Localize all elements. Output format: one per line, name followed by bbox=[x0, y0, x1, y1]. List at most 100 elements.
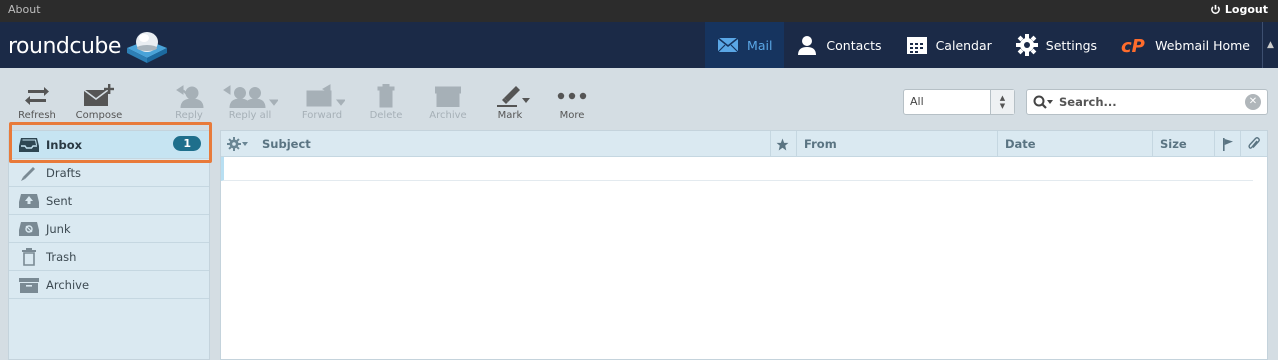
clear-search-icon[interactable]: ✕ bbox=[1245, 94, 1261, 110]
select-arrows-icon: ▲ ▼ bbox=[990, 90, 1014, 114]
search-box[interactable]: Search... ✕ bbox=[1026, 89, 1268, 115]
app-header: roundcube Mail Contacts Calendar Setting… bbox=[0, 22, 1278, 68]
inbox-icon bbox=[19, 135, 39, 155]
column-flag-star[interactable] bbox=[770, 131, 794, 157]
mark-icon bbox=[482, 82, 538, 110]
nav-calendar[interactable]: Calendar bbox=[894, 22, 1004, 68]
column-attachment[interactable] bbox=[1240, 131, 1267, 157]
reply-all-label: Reply all bbox=[228, 110, 272, 121]
nav-webmail-home[interactable]: cP Webmail Home bbox=[1109, 22, 1262, 68]
archive-button[interactable]: Archive bbox=[420, 82, 476, 121]
nav-contacts[interactable]: Contacts bbox=[784, 22, 893, 68]
search-input[interactable]: Search... bbox=[1059, 95, 1245, 109]
folder-archive-label: Archive bbox=[46, 277, 90, 292]
cpanel-icon: cP bbox=[1121, 34, 1151, 56]
gear-icon bbox=[227, 137, 248, 151]
envelope-icon bbox=[717, 34, 739, 56]
column-from-label: From bbox=[804, 137, 837, 151]
about-link[interactable]: About bbox=[8, 3, 41, 16]
more-icon bbox=[544, 82, 600, 110]
folder-list: Inbox 1 Drafts Sent Junk Trash Archive bbox=[8, 130, 210, 360]
star-icon bbox=[776, 138, 789, 150]
folder-drafts-label: Drafts bbox=[46, 165, 81, 180]
column-date-label: Date bbox=[1005, 137, 1036, 151]
column-subject[interactable]: Subject bbox=[262, 131, 770, 157]
nav-settings[interactable]: Settings bbox=[1004, 22, 1109, 68]
folder-inbox[interactable]: Inbox 1 bbox=[9, 131, 209, 159]
archive-icon bbox=[19, 275, 39, 295]
toolbar: Refresh Compose Reply Reply all Forward … bbox=[0, 68, 1278, 130]
reply-all-icon bbox=[222, 82, 278, 110]
nav-more-caret[interactable]: ▲ bbox=[1262, 22, 1278, 68]
forward-label: Forward bbox=[301, 110, 343, 121]
cube-logo-icon bbox=[123, 28, 169, 64]
compose-label: Compose bbox=[75, 110, 123, 121]
folder-junk[interactable]: Junk bbox=[9, 215, 209, 243]
logout-label: Logout bbox=[1224, 3, 1268, 16]
person-icon bbox=[796, 34, 818, 56]
refresh-icon bbox=[9, 82, 65, 110]
column-date[interactable]: Date bbox=[997, 131, 1152, 157]
roundcube-logo[interactable]: roundcube bbox=[8, 28, 169, 64]
column-from[interactable]: From bbox=[796, 131, 996, 157]
refresh-button[interactable]: Refresh bbox=[9, 82, 65, 121]
folder-sent-label: Sent bbox=[46, 193, 73, 208]
column-flag[interactable] bbox=[1214, 131, 1240, 157]
message-filter-select[interactable]: All ▲ ▼ bbox=[903, 89, 1015, 115]
gear-icon bbox=[1015, 34, 1038, 56]
more-label: More bbox=[559, 110, 585, 121]
unread-count-badge: 1 bbox=[173, 136, 201, 151]
archive-icon bbox=[420, 82, 476, 110]
pencil-icon bbox=[19, 163, 39, 183]
junk-icon bbox=[19, 219, 39, 239]
calendar-icon bbox=[906, 34, 928, 56]
nav-settings-label: Settings bbox=[1045, 37, 1098, 53]
folder-drafts[interactable]: Drafts bbox=[9, 159, 209, 187]
nav-mail[interactable]: Mail bbox=[705, 22, 785, 68]
mark-button[interactable]: Mark bbox=[482, 82, 538, 121]
mark-label: Mark bbox=[497, 110, 523, 121]
logout-button[interactable]: Logout bbox=[1210, 3, 1268, 16]
message-list-empty-row bbox=[221, 157, 1253, 181]
forward-icon bbox=[294, 82, 350, 110]
power-icon bbox=[1211, 4, 1220, 14]
nav-contacts-label: Contacts bbox=[826, 37, 882, 53]
folder-trash-label: Trash bbox=[46, 249, 77, 264]
flag-icon bbox=[1222, 137, 1233, 151]
reply-label: Reply bbox=[175, 110, 203, 121]
reply-icon bbox=[161, 82, 217, 110]
nav-webmail-home-label: Webmail Home bbox=[1155, 37, 1250, 53]
list-options-button[interactable] bbox=[227, 131, 251, 157]
filter-value: All bbox=[910, 95, 924, 108]
folder-archive[interactable]: Archive bbox=[9, 271, 209, 299]
search-options-icon[interactable] bbox=[1033, 95, 1059, 109]
forward-button[interactable]: Forward bbox=[294, 82, 350, 121]
folder-junk-label: Junk bbox=[46, 221, 71, 236]
reply-all-button[interactable]: Reply all bbox=[222, 82, 278, 121]
nav-calendar-label: Calendar bbox=[935, 37, 992, 53]
nav-mail-label: Mail bbox=[747, 37, 773, 53]
trash-icon bbox=[19, 247, 39, 267]
logo-text: roundcube bbox=[8, 33, 121, 59]
folder-sent[interactable]: Sent bbox=[9, 187, 209, 215]
column-size[interactable]: Size bbox=[1152, 131, 1214, 157]
compose-button[interactable]: Compose bbox=[71, 82, 127, 121]
main-nav: Mail Contacts Calendar Settings cP Webma… bbox=[705, 22, 1278, 68]
paperclip-icon bbox=[1248, 137, 1260, 149]
folder-inbox-label: Inbox bbox=[46, 137, 83, 152]
trash-icon bbox=[358, 82, 414, 110]
delete-label: Delete bbox=[369, 110, 403, 121]
sent-icon bbox=[19, 191, 39, 211]
reply-button[interactable]: Reply bbox=[161, 82, 217, 121]
refresh-label: Refresh bbox=[18, 110, 56, 121]
folder-trash[interactable]: Trash bbox=[9, 243, 209, 271]
column-subject-label: Subject bbox=[262, 137, 311, 151]
column-size-label: Size bbox=[1160, 137, 1187, 151]
message-list-header: Subject From Date Size bbox=[221, 131, 1267, 157]
caret-up-icon: ▲ bbox=[1267, 40, 1274, 50]
delete-button[interactable]: Delete bbox=[358, 82, 414, 121]
more-button[interactable]: More bbox=[544, 82, 600, 121]
top-bar: About Logout bbox=[0, 0, 1278, 22]
archive-label: Archive bbox=[429, 110, 467, 121]
message-list: Subject From Date Size bbox=[220, 130, 1268, 360]
